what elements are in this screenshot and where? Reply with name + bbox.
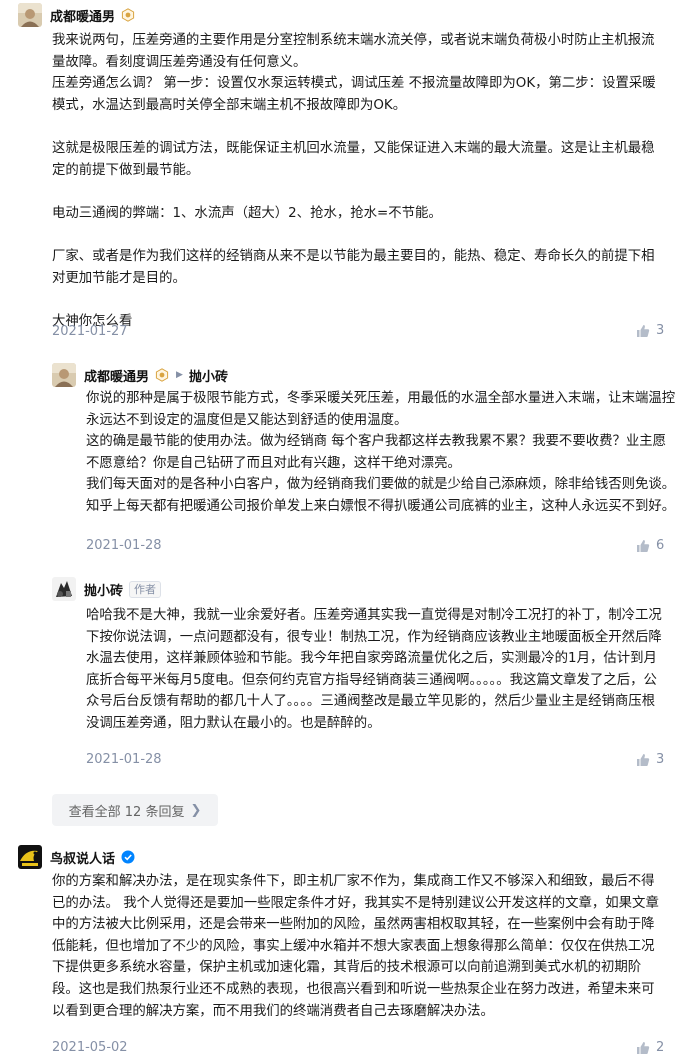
- avatar[interactable]: [18, 3, 42, 27]
- comment-paragraph: [52, 224, 666, 246]
- thumbs-up-icon: [637, 1041, 650, 1054]
- comment-header: 抛小砖 作者: [52, 577, 666, 601]
- author-name[interactable]: 成都暖通男: [84, 366, 149, 385]
- comment-paragraph: 这就是极限压差的调试方法，既能保证主机回水流量，又能保证进入末端的最大流量。这是…: [52, 140, 655, 178]
- comment-section: 成都暖通男 我来说两句，压差旁通的主要作用是分室控制系统末端水流关停，或者说末端…: [0, 0, 684, 1063]
- comment-paragraph: 压差旁通怎么调？ 第一步：设置仅水泵运转模式，调试压差 不报流量故障即为OK，第…: [52, 76, 656, 113]
- comment-paragraph: 我来说两句，压差旁通的主要作用是分室控制系统末端水流关停，或者说末端负荷极小时防…: [52, 33, 655, 70]
- reply-item: 成都暖通男 ▶ 抛小砖 你说的那种是属于极限节能方式，冬季采暖关死压差，用最低的…: [52, 363, 675, 518]
- comment-paragraph: [52, 181, 666, 203]
- comment-paragraph: [52, 289, 666, 311]
- comment-header: 成都暖通男: [18, 3, 658, 27]
- creator-badge-icon: [155, 368, 169, 382]
- comment-header: 成都暖通男 ▶ 抛小砖: [52, 363, 666, 387]
- avatar[interactable]: [18, 845, 42, 869]
- avatar[interactable]: [52, 577, 76, 601]
- creator-badge-icon: [121, 8, 135, 22]
- chevron-right-icon: ❯: [190, 802, 202, 818]
- like-count: 2: [656, 1040, 665, 1055]
- comment-body: 你说的那种是属于极限节能方式，冬季采暖关死压差，用最低的水温全部水量进入末端，让…: [86, 388, 676, 518]
- comment-date: 2021-01-28: [86, 752, 162, 767]
- reply-to-name[interactable]: 抛小砖: [189, 366, 228, 385]
- like-button[interactable]: 3: [636, 752, 664, 767]
- comment-body: 我来说两句，压差旁通的主要作用是分室控制系统末端水流关停，或者说末端负荷极小时防…: [52, 30, 666, 332]
- comment-date: 2021-01-27: [52, 324, 128, 339]
- comment-paragraph: 大神你怎么看: [52, 313, 133, 329]
- comment-paragraph: [52, 116, 666, 138]
- comment-paragraph: 这的确是最节能的使用办法。做为经销商 每个客户我都这样去教我累不累？我要不要收费…: [86, 434, 667, 471]
- avatar[interactable]: [52, 363, 76, 387]
- like-button[interactable]: 2: [636, 1040, 664, 1055]
- comment-date: 2021-05-02: [52, 1040, 128, 1055]
- verified-badge-icon: [121, 850, 135, 864]
- author-name[interactable]: 成都暖通男: [50, 6, 115, 25]
- comment-item: 成都暖通男 我来说两句，压差旁通的主要作用是分室控制系统末端水流关停，或者说末端…: [18, 3, 658, 332]
- like-count: 3: [656, 752, 665, 767]
- author-tag: 作者: [129, 580, 162, 598]
- reply-item: 抛小砖 作者 哈哈我不是大神，我就一业余爱好者。压差旁通其实我一直觉得是对制冷工…: [52, 577, 666, 735]
- comment-body: 哈哈我不是大神，我就一业余爱好者。压差旁通其实我一直觉得是对制冷工况打的补丁，制…: [86, 605, 666, 735]
- comment-paragraph: 哈哈我不是大神，我就一业余爱好者。压差旁通其实我一直觉得是对制冷工况打的补丁，制…: [86, 608, 662, 731]
- like-button[interactable]: 3: [636, 323, 664, 338]
- thumbs-up-icon: [637, 539, 650, 552]
- comment-date: 2021-01-28: [86, 538, 162, 553]
- view-all-replies-button[interactable]: 查看全部 12 条回复 ❯: [52, 794, 218, 826]
- reply-arrow-icon: ▶: [176, 370, 183, 380]
- author-name[interactable]: 抛小砖: [84, 580, 123, 599]
- comment-paragraph: 我们每天面对的是各种小白客户，做为经销商我们要做的就是少给自己添麻烦，除非给钱否…: [86, 477, 676, 514]
- comment-paragraph: 你的方案和解决办法，是在现实条件下，即主机厂家不作为，集成商工作又不够深入和细致…: [52, 874, 659, 1019]
- comment-paragraph: 电动三通阀的弊端：1、水流声（超大）2、抢水，抢水=不节能。: [52, 205, 442, 221]
- view-all-label: 查看全部 12 条回复: [68, 804, 185, 820]
- comment-item: 鸟叔说人话 你的方案和解决办法，是在现实条件下，即主机厂家不作为，集成商工作又不…: [18, 845, 659, 1022]
- comment-paragraph: 厂家、或者是作为我们这样的经销商从来不是以节能为最主要目的，能热、稳定、寿命长久…: [52, 248, 655, 286]
- like-count: 3: [656, 323, 665, 338]
- comment-body: 你的方案和解决办法，是在现实条件下，即主机厂家不作为，集成商工作又不够深入和细致…: [52, 871, 666, 1022]
- like-button[interactable]: 6: [636, 538, 664, 553]
- comment-header: 鸟叔说人话: [18, 845, 658, 869]
- author-name[interactable]: 鸟叔说人话: [50, 848, 115, 867]
- like-count: 6: [656, 538, 665, 553]
- thumbs-up-icon: [637, 753, 650, 766]
- comment-paragraph: 你说的那种是属于极限节能方式，冬季采暖关死压差，用最低的水温全部水量进入末端，让…: [86, 391, 676, 428]
- thumbs-up-icon: [637, 324, 650, 337]
